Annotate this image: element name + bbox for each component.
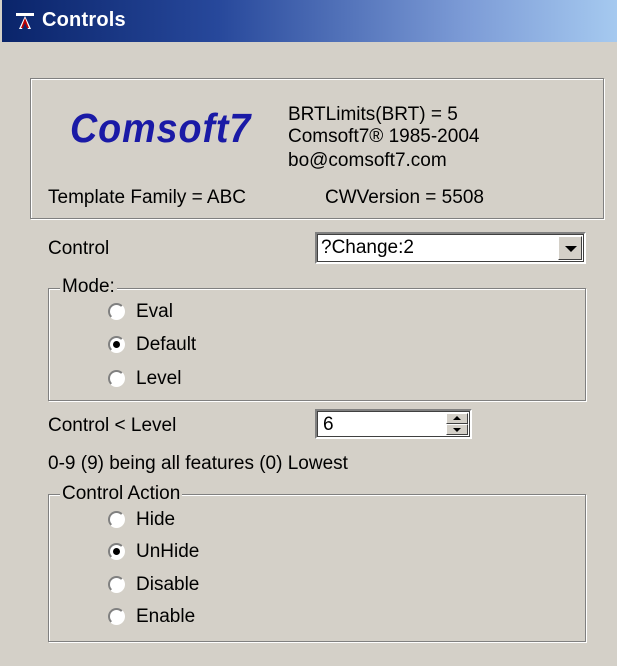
arrow-down-icon [453,428,461,432]
arrow-up-icon [453,416,461,420]
radio-button[interactable] [108,543,125,560]
control-action-group [48,494,586,642]
radio-button[interactable] [108,336,125,353]
cw-version-text: CWVersion = 5508 [325,187,484,208]
title-bar[interactable]: Controls [2,0,617,42]
mode-legend: Mode: [60,276,117,298]
mode-option-label: Eval [136,301,173,322]
action-option-label: Disable [136,574,200,595]
control-dropdown-value: ?Change:2 [321,237,414,258]
radio-button[interactable] [108,370,125,387]
radio-button[interactable] [108,608,125,625]
level-hint: 0-9 (9) being all features (0) Lowest [48,453,348,474]
app-icon [14,10,36,32]
mode-option-label: Level [136,368,182,389]
action-option-label: UnHide [136,541,200,562]
spin-down-button[interactable] [446,424,468,435]
brt-limits-text: BRTLimits(BRT) = 5 [288,104,458,125]
dropdown-button[interactable] [558,236,582,260]
control-action-legend: Control Action [60,483,183,505]
template-family-text: Template Family = ABC [48,187,246,208]
control-dropdown[interactable]: ?Change:2 [315,232,586,264]
action-option-label: Enable [136,606,196,627]
copyright-text: Comsoft7® 1985-2004 [288,126,480,147]
radio-button[interactable] [108,576,125,593]
level-value: 6 [323,414,334,435]
mode-group [48,288,586,401]
controls-window: Controls Comsoft7 BRTLimits(BRT) = 5 Com… [0,0,617,666]
email-text: bo@comsoft7.com [288,150,447,171]
level-spinner[interactable]: 6 [315,409,472,439]
window-title: Controls [42,9,126,31]
radio-button[interactable] [108,511,125,528]
spin-up-button[interactable] [446,413,468,424]
spinner-buttons [446,413,468,435]
control-label: Control [48,238,110,259]
level-label: Control < Level [48,415,177,436]
mode-option-label: Default [136,334,197,355]
radio-button[interactable] [108,303,125,320]
comsoft-logo: Comsoft7 [70,105,252,151]
chevron-down-icon [565,246,577,252]
action-option-label: Hide [136,509,176,530]
